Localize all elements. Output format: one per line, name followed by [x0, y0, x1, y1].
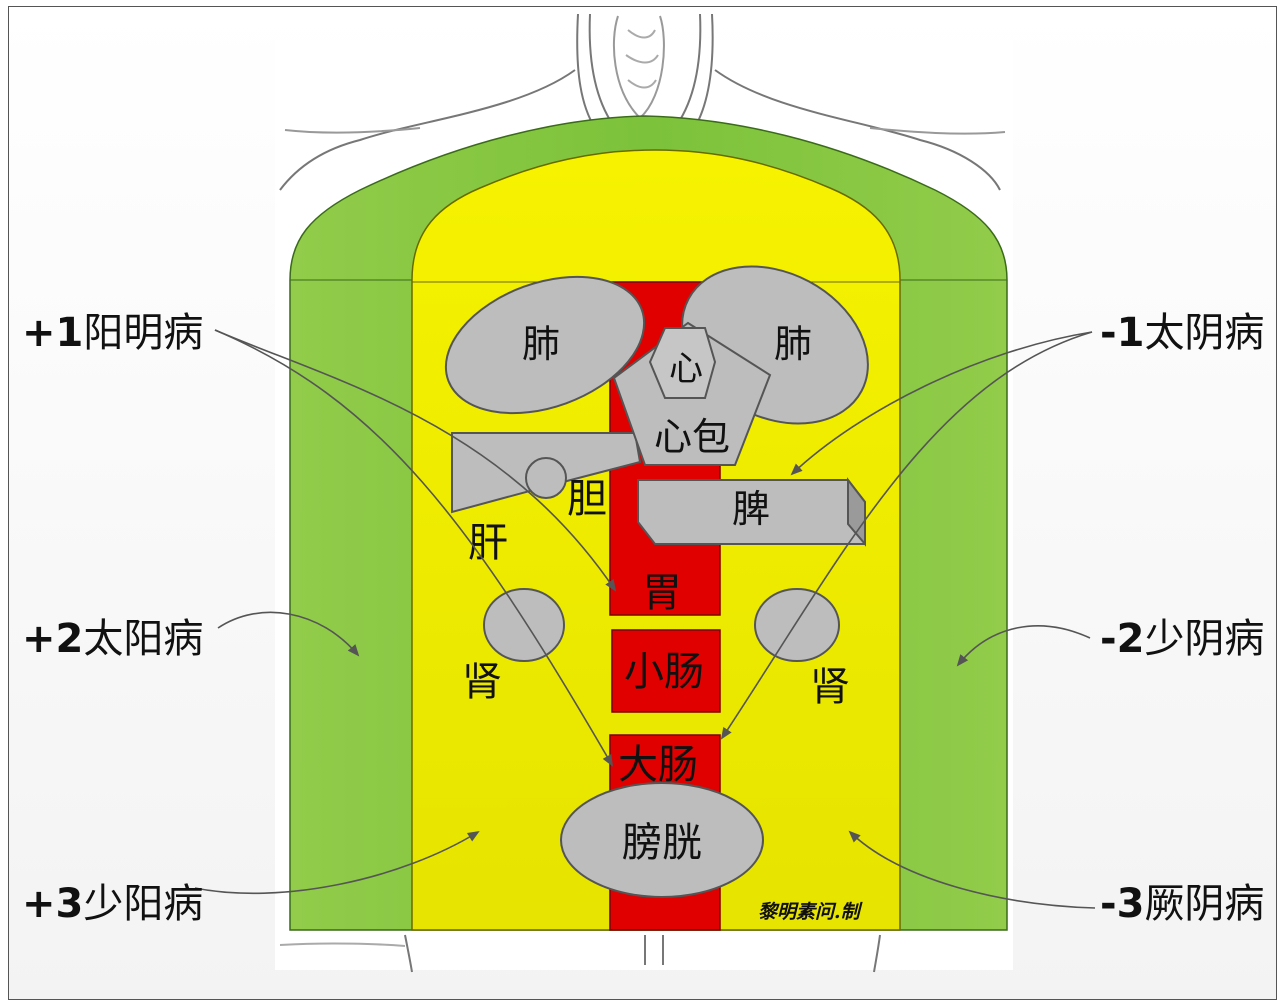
label-taiyang: +2太阳病 [22, 616, 203, 662]
large-intestine-label: 大肠 [618, 742, 698, 788]
bladder-label: 膀胱 [622, 820, 702, 866]
label-yangming: +1阳明病 [22, 310, 203, 356]
lung-right-label: 肺 [774, 322, 812, 366]
label-shaoyang: +3少阳病 [22, 881, 203, 927]
spleen-label: 脾 [732, 487, 770, 531]
diagram-stage: 肺 肺 心 心包 胆 肝 脾 胃 肾 肾 小肠 大肠 膀胱 +1阳明病 +2太阳… [0, 0, 1285, 1006]
kidney-right-label: 肾 [810, 664, 850, 710]
label-taiyin: -1太阴病 [1100, 310, 1264, 356]
liver-label: 肝 [468, 520, 508, 566]
label-shaoyin: -2少阴病 [1100, 616, 1264, 662]
left-kidney-shape [483, 588, 565, 662]
label-jueyin: -3厥阴病 [1100, 881, 1264, 927]
six-channel-body-diagram: 肺 肺 心 心包 胆 肝 脾 胃 肾 肾 小肠 大肠 膀胱 +1阳明病 +2太阳… [22, 13, 1264, 973]
gallbladder-shape [525, 457, 567, 499]
author-signature: 黎明素问.制 [758, 901, 864, 923]
small-intestine-label: 小肠 [624, 649, 704, 695]
stomach-label: 胃 [642, 570, 682, 616]
gallbladder-label: 胆 [567, 476, 607, 522]
heart-label: 心 [669, 349, 703, 389]
kidney-left-label: 肾 [462, 659, 502, 705]
lung-left-label: 肺 [522, 322, 560, 366]
right-kidney-shape [754, 588, 840, 662]
pericardium-label: 心包 [654, 415, 730, 459]
